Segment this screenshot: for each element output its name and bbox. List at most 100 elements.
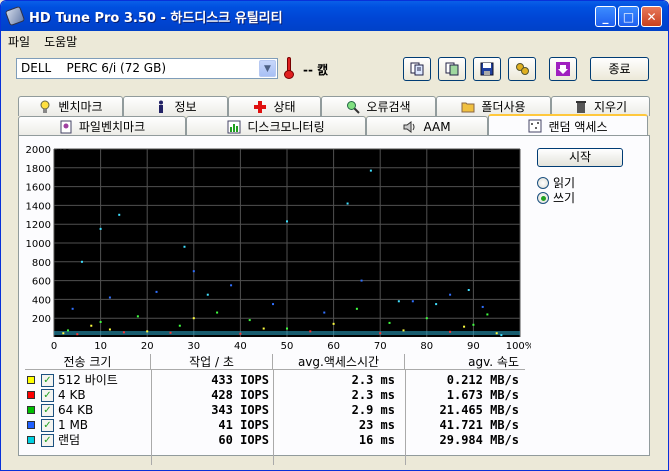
title-bar[interactable]: HD Tune Pro 3.50 - 하드디스크 유틸리티 _ □ ✕ (1, 1, 668, 31)
data-point (118, 213, 121, 216)
data-point (463, 325, 466, 328)
data-point (402, 329, 405, 332)
data-point (332, 322, 335, 325)
x-tick-label: 40 (234, 341, 247, 352)
y-unit-label: ms (56, 147, 70, 157)
series-checkbox[interactable]: ✓ (41, 404, 54, 417)
data-point (360, 279, 363, 282)
tab-file-benchmark[interactable]: 파일벤치마크 (18, 116, 186, 136)
copy-text-button[interactable] (403, 57, 431, 81)
tab-aam[interactable]: AAM (366, 116, 488, 136)
drive-select[interactable]: DELL PERC 6/i (72 GB) ▼ (16, 58, 278, 79)
download-button[interactable] (549, 57, 577, 81)
data-point (286, 220, 288, 223)
tab-health[interactable]: 상태 (228, 96, 321, 116)
x-tick-label: 70 (374, 341, 387, 352)
data-point (146, 330, 149, 333)
series-checkbox[interactable]: ✓ (41, 434, 54, 447)
close-button[interactable]: ✕ (641, 6, 662, 27)
x-tick-label: 60 (327, 341, 340, 352)
data-point (449, 293, 452, 296)
options-button[interactable] (508, 57, 536, 81)
random-access-panel: 0 10 20 30 40 50 60 70 80 90 100% 2000 1800 1600 1400 1… (18, 135, 650, 465)
tab-label: 폴더사용 (481, 100, 526, 114)
maximize-icon: □ (622, 9, 635, 24)
radio-write[interactable]: 쓰기 (537, 189, 575, 206)
speed-value: 0.212 MB/s (446, 373, 519, 387)
data-point (230, 284, 233, 287)
data-point (248, 319, 251, 322)
series-checkbox[interactable]: ✓ (41, 374, 54, 387)
series-checkbox[interactable]: ✓ (41, 419, 54, 432)
radio-write-label: 쓰기 (553, 191, 576, 205)
col-avg-speed: agv. 속도 (468, 355, 519, 369)
minimize-button[interactable]: _ (595, 6, 616, 27)
access-time-value: 2.3 ms (351, 373, 395, 387)
tab-folder-usage[interactable]: 폴더사용 (436, 96, 551, 116)
start-button[interactable]: 시작 (537, 148, 623, 167)
data-point (90, 324, 93, 327)
copy-screen-icon (445, 62, 459, 76)
series-color-swatch (27, 376, 35, 384)
data-point (286, 327, 288, 330)
series-checkbox[interactable]: ✓ (41, 389, 54, 402)
app-window: HD Tune Pro 3.50 - 하드디스크 유틸리티 _ □ ✕ 파일 도… (0, 0, 669, 471)
result-row: ✓ 4 KB 428 IOPS 2.3 ms 1.673 MB/s (25, 388, 525, 403)
result-row: ✓ 512 바이트 433 IOPS 2.3 ms 0.212 MB/s (25, 373, 525, 388)
data-point (71, 307, 74, 310)
y-tick-label: 600 (32, 277, 51, 288)
data-point (355, 307, 358, 310)
chevron-down-icon[interactable]: ▼ (259, 60, 276, 77)
data-point (411, 300, 414, 303)
tab-label: 디스크모니터링 (247, 120, 325, 134)
info-icon (159, 100, 164, 113)
menu-file[interactable]: 파일 (1, 33, 37, 50)
copy-screenshot-button[interactable] (438, 57, 466, 81)
tab-label: 랜덤 액세스 (548, 119, 608, 134)
tab-random-access[interactable]: 랜덤 액세스 (488, 114, 648, 136)
y-tick-label: 200 (32, 314, 51, 325)
radio-read-dot (537, 176, 549, 189)
health-cross-icon (254, 100, 267, 113)
access-time-value: 2.3 ms (351, 388, 395, 402)
save-button[interactable] (473, 57, 501, 81)
tab-label: AAM (423, 119, 451, 134)
close-icon: ✕ (646, 9, 657, 24)
data-point (99, 320, 102, 323)
lightbulb-icon (40, 100, 50, 113)
data-point (435, 303, 438, 306)
data-point (262, 327, 265, 330)
series-color-swatch (27, 391, 35, 399)
magnifier-icon (347, 100, 361, 114)
data-point (108, 328, 111, 331)
tab-info[interactable]: 정보 (123, 96, 228, 116)
x-tick-label: 90 (467, 341, 480, 352)
data-point (388, 321, 391, 324)
data-point (122, 331, 125, 334)
tab-label: 오류검색 (366, 100, 411, 114)
exit-button[interactable]: 종료 (590, 57, 649, 81)
tab-label: 상태 (273, 100, 296, 114)
tab-benchmark[interactable]: 벤치마크 (18, 96, 123, 116)
download-icon (556, 62, 570, 76)
menu-bar: 파일 도움말 (1, 31, 668, 51)
speed-value: 41.721 MB/s (439, 418, 519, 432)
menu-help[interactable]: 도움말 (37, 33, 84, 50)
data-point (467, 289, 470, 291)
x-tick-label: 80 (420, 341, 433, 352)
result-row: ✓ 1 MB 41 IOPS 23 ms 41.721 MB/s (25, 418, 525, 433)
data-point (80, 260, 83, 263)
drive-select-value: DELL PERC 6/i (72 GB) (21, 61, 167, 75)
random-access-chart: 0 10 20 30 40 50 60 70 80 90 100% 2000 1800 1600 1400 1… (26, 145, 531, 352)
access-time-value: 23 ms (358, 418, 395, 432)
data-point (178, 324, 181, 327)
data-point (369, 169, 372, 172)
data-point (323, 311, 326, 314)
tab-error-scan[interactable]: 오류검색 (321, 96, 436, 116)
tab-disk-monitor[interactable]: 디스크모니터링 (186, 116, 366, 136)
maximize-button[interactable]: □ (618, 6, 639, 27)
trash-icon (575, 100, 586, 113)
result-row: ✓ 랜덤 60 IOPS 16 ms 29.984 MB/s (25, 433, 525, 448)
tab-erase[interactable]: 지우기 (551, 96, 650, 116)
data-point (183, 245, 186, 248)
